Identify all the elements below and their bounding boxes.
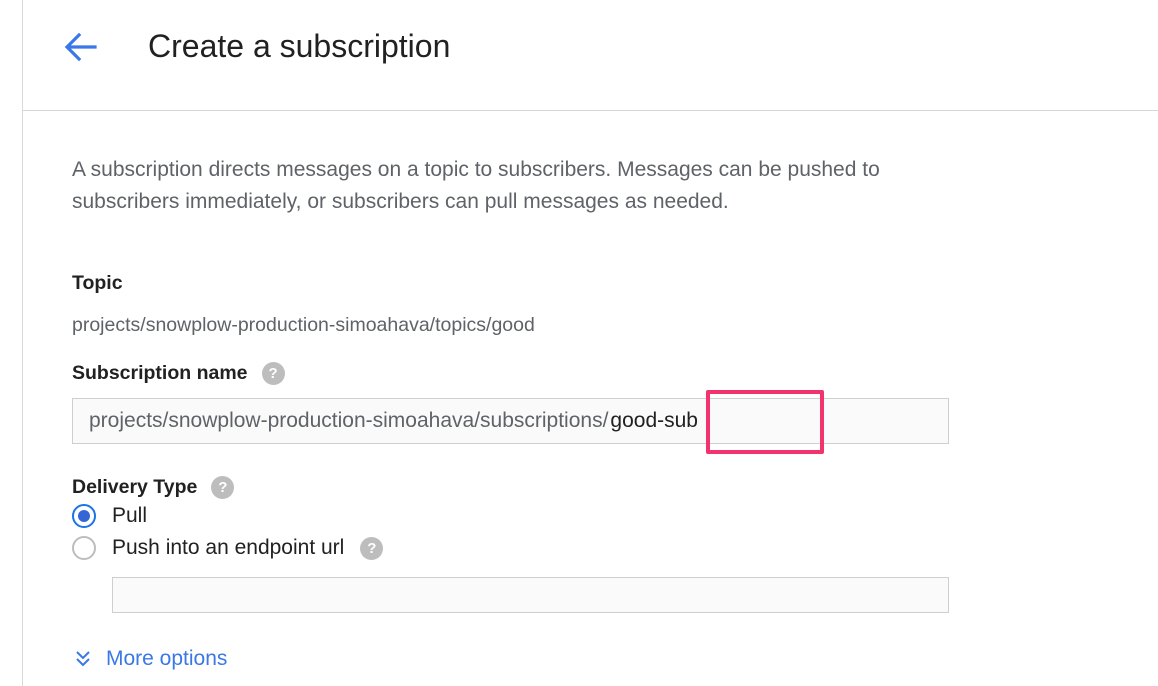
pull-radio[interactable] — [72, 504, 96, 528]
subscription-name-field: projects/snowplow-production-simoahava/s… — [72, 398, 949, 444]
topic-value: projects/snowplow-production-simoahava/t… — [72, 314, 535, 336]
double-chevron-down-icon — [76, 651, 90, 667]
radio-option-push[interactable]: Push into an endpoint url ? — [72, 536, 384, 560]
subscription-name-input[interactable] — [608, 401, 811, 441]
subscription-name-prefix: projects/snowplow-production-simoahava/s… — [89, 409, 609, 432]
subscription-form: A subscription directs messages on a top… — [72, 150, 972, 670]
radio-option-pull[interactable]: Pull — [72, 504, 147, 528]
back-button[interactable] — [59, 26, 101, 68]
more-options-label: More options — [106, 647, 228, 670]
arrow-left-icon — [64, 32, 97, 62]
more-options-link[interactable]: More options — [74, 647, 227, 671]
form-description: A subscription directs messages on a top… — [72, 158, 880, 213]
help-icon[interactable]: ? — [211, 476, 235, 499]
help-icon[interactable]: ? — [360, 536, 384, 560]
pull-radio-label: Pull — [112, 504, 148, 527]
endpoint-url-input[interactable] — [112, 577, 949, 613]
delivery-type-label-text: Delivery Type — [72, 476, 198, 498]
create-subscription-page: Create a subscription A subscription dir… — [0, 0, 1158, 686]
page-title: Create a subscription — [148, 28, 451, 64]
push-radio-label: Push into an endpoint url — [112, 536, 345, 559]
subscription-name-label-text: Subscription name — [72, 362, 248, 384]
topic-label: Topic — [72, 272, 123, 295]
push-radio[interactable] — [72, 536, 96, 560]
topic-label-text: Topic — [72, 272, 123, 294]
help-icon[interactable]: ? — [261, 362, 285, 385]
delivery-type-label: Delivery Type ? — [72, 476, 235, 499]
page-header: Create a subscription — [23, 0, 1158, 111]
subscription-name-label: Subscription name ? — [72, 362, 285, 385]
